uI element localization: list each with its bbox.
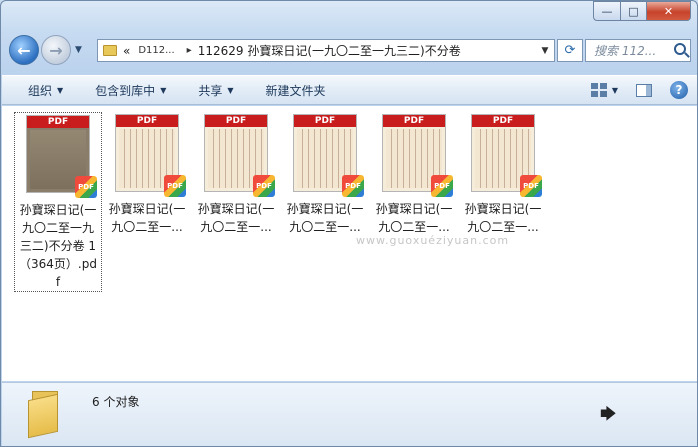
file-name: 孙寶琛日记(一九〇二至一... bbox=[108, 202, 186, 234]
watermark: www.guoxuéziyuan.com bbox=[356, 234, 510, 247]
file-list: PDF PDF 孙寶琛日记(一九〇二至一九三二)不分卷 1（364页）.pdf … bbox=[2, 106, 697, 381]
pdf-thumbnail: PDF PDF bbox=[293, 114, 364, 197]
recent-pages-dropdown[interactable]: ▼ bbox=[75, 45, 82, 55]
file-item[interactable]: PDF PDF 孙寶琛日记(一九〇二至一... bbox=[281, 112, 369, 236]
file-name: 孙寶琛日记(一九〇二至一... bbox=[286, 202, 364, 234]
change-view-icon[interactable] bbox=[590, 83, 607, 97]
caption-buttons: — □ ✕ bbox=[593, 1, 691, 21]
address-overflow[interactable]: « bbox=[123, 44, 130, 58]
organize-menu[interactable]: 组织 ▼ bbox=[2, 79, 77, 101]
command-bar: 组织 ▼ 包含到库中 ▼ 共享 ▼ 新建文件夹 ▼ ? bbox=[2, 75, 697, 105]
breadcrumb-separator-icon[interactable]: ▸ bbox=[187, 45, 192, 56]
back-button[interactable]: ← bbox=[9, 35, 39, 65]
pdf-band: PDF bbox=[383, 115, 445, 127]
item-count: 6 个对象 bbox=[92, 395, 140, 409]
pdf-icon: PDF bbox=[253, 175, 275, 197]
pdf-band: PDF bbox=[472, 115, 534, 127]
pdf-icon: PDF bbox=[431, 175, 453, 197]
navigation-buttons: ← → ▼ bbox=[9, 35, 82, 65]
pdf-icon: PDF bbox=[342, 175, 364, 197]
chevron-down-icon: ▼ bbox=[227, 85, 234, 95]
pdf-thumbnail: PDF PDF bbox=[204, 114, 275, 197]
include-library-label: 包含到库中 bbox=[95, 83, 156, 98]
address-dropdown-icon[interactable]: ▼ bbox=[536, 46, 554, 56]
maximize-button[interactable]: □ bbox=[620, 1, 646, 21]
help-icon[interactable]: ? bbox=[670, 81, 688, 99]
minimize-button[interactable]: — bbox=[593, 1, 620, 21]
address-bar[interactable]: « D112... ▸ 112629 孙寶琛日记(一九〇二至一九三二)不分卷 ▼ bbox=[97, 39, 555, 62]
include-in-library-menu[interactable]: 包含到库中 ▼ bbox=[77, 79, 180, 101]
folder-icon bbox=[103, 45, 117, 56]
file-name: 孙寶琛日记(一九〇二至一... bbox=[375, 202, 453, 234]
share-menu[interactable]: 共享 ▼ bbox=[180, 79, 247, 101]
pdf-band: PDF bbox=[205, 115, 267, 127]
preview-pane-icon[interactable] bbox=[636, 83, 652, 97]
organize-label: 组织 bbox=[28, 83, 53, 98]
pdf-icon: PDF bbox=[164, 175, 186, 197]
search-input[interactable]: 搜索 112... bbox=[585, 39, 691, 62]
forward-button[interactable]: → bbox=[41, 35, 71, 65]
file-item[interactable]: PDF PDF 孙寶琛日记(一九〇二至一... bbox=[103, 112, 191, 236]
chevron-down-icon: ▼ bbox=[160, 85, 167, 95]
pdf-band: PDF bbox=[294, 115, 356, 127]
new-folder-button[interactable]: 新建文件夹 bbox=[248, 79, 340, 101]
pdf-thumbnail: PDF PDF bbox=[471, 114, 542, 197]
breadcrumb-crumb-0[interactable]: D112... bbox=[138, 45, 174, 56]
close-button[interactable]: ✕ bbox=[646, 1, 691, 21]
folder-icon bbox=[28, 391, 62, 439]
view-controls: ▼ ? bbox=[590, 81, 697, 99]
pdf-thumbnail: PDF PDF bbox=[382, 114, 453, 197]
mouse-cursor-icon: 🡆 bbox=[600, 404, 617, 423]
explorer-window: — □ ✕ ← → ▼ « D112... ▸ 112629 孙寶琛日记(一九〇… bbox=[0, 0, 698, 447]
file-item[interactable]: PDF PDF 孙寶琛日记(一九〇二至一... bbox=[192, 112, 280, 236]
pdf-band: PDF bbox=[116, 115, 178, 127]
pdf-icon: PDF bbox=[520, 175, 542, 197]
details-pane: 6 个对象 🡆 bbox=[2, 382, 697, 446]
file-item[interactable]: PDF PDF 孙寶琛日记(一九〇二至一九三二)不分卷 1（364页）.pdf bbox=[14, 112, 102, 292]
share-label: 共享 bbox=[198, 83, 223, 98]
chevron-down-icon: ▼ bbox=[57, 85, 64, 95]
file-item[interactable]: PDF PDF 孙寶琛日记(一九〇二至一... bbox=[370, 112, 458, 236]
pdf-thumbnail: PDF PDF bbox=[115, 114, 186, 197]
refresh-button[interactable]: ⟳ bbox=[557, 39, 583, 62]
file-name: 孙寶琛日记(一九〇二至一... bbox=[197, 202, 275, 234]
pdf-band: PDF bbox=[27, 116, 89, 128]
file-name: 孙寶琛日记(一九〇二至一... bbox=[464, 202, 542, 234]
file-item[interactable]: PDF PDF 孙寶琛日记(一九〇二至一... bbox=[459, 112, 547, 236]
breadcrumb-crumb-1[interactable]: 112629 孙寶琛日记(一九〇二至一九三二)不分卷 bbox=[198, 42, 461, 59]
pdf-icon: PDF bbox=[75, 176, 97, 198]
view-options-dropdown[interactable]: ▼ bbox=[612, 86, 618, 95]
file-name: 孙寶琛日记(一九〇二至一九三二)不分卷 1（364页）.pdf bbox=[19, 203, 97, 289]
pdf-thumbnail: PDF PDF bbox=[26, 115, 97, 198]
